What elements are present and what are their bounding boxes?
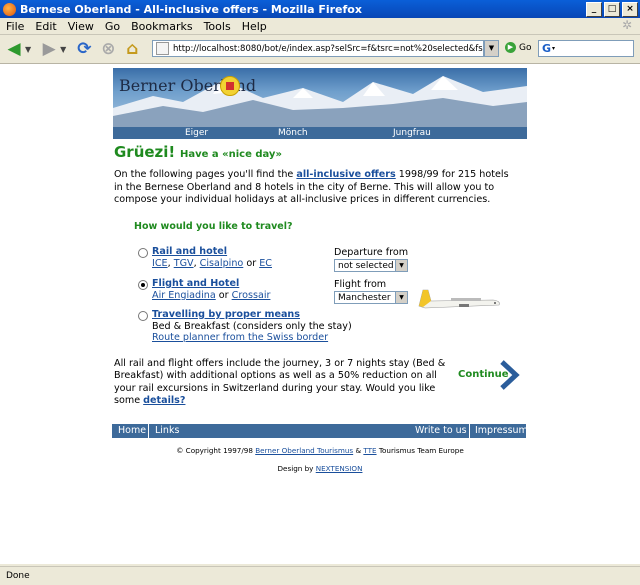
forward-arrow-icon[interactable]: ▶ [39,39,59,59]
peak-eiger: Eiger [185,128,209,138]
route-planner-link[interactable]: Route planner from the Swiss border [152,332,328,343]
menu-tools[interactable]: Tools [204,20,231,33]
chevron-down-icon: ▼ [395,260,407,271]
address-url[interactable]: http://localhost:8080/bot/e/index.asp?se… [173,44,483,54]
go-label: Go [519,42,532,53]
rail-hotel-radio[interactable] [138,248,148,258]
chevron-down-icon: ▼ [395,292,407,303]
intro-paragraph: On the following pages you'll find the a… [114,169,519,207]
window-titlebar: Bernese Oberland - All-inclusive offers … [0,0,640,18]
window-title: Bernese Oberland - All-inclusive offers … [20,2,362,16]
page-icon [156,42,169,55]
footer-links-link[interactable]: Links [155,424,179,438]
menu-bar: File Edit View Go Bookmarks Tools Help ✲ [0,18,640,35]
proper-means-radio[interactable] [138,311,148,321]
flight-hotel-radio[interactable] [138,280,148,290]
status-bar: Done [0,566,640,585]
menu-bookmarks[interactable]: Bookmarks [131,20,192,33]
status-text: Done [6,571,30,581]
stop-icon[interactable]: ⊗ [98,39,118,59]
flight-label: Flight from [334,279,387,290]
firefox-icon [3,2,16,16]
footer-nav-bar: Home Links Write to us Impressum [112,424,528,438]
forward-history-dropdown-icon[interactable]: ▼ [60,45,66,54]
address-bar[interactable]: http://localhost:8080/bot/e/index.asp?se… [152,40,484,57]
go-arrow-icon: ▶ [505,42,516,53]
menu-go[interactable]: Go [105,20,120,33]
airplane-image [418,289,500,309]
departure-select[interactable]: not selected ▼ [334,259,408,272]
tgv-link[interactable]: TGV [174,258,194,269]
departure-label: Departure from [334,247,409,258]
minimize-button[interactable]: _ [586,2,602,17]
proper-means-link[interactable]: Travelling by proper means [152,309,300,320]
menu-help[interactable]: Help [242,20,267,33]
footer-write-link[interactable]: Write to us [415,424,467,438]
go-button[interactable]: ▶ Go [505,42,531,53]
flight-hotel-link[interactable]: Flight and Hotel [152,278,239,289]
details-link[interactable]: details? [143,395,185,406]
flight-hotel-option: Flight and Hotel Air Engiadina or Crossa… [152,278,271,301]
greeting-title: Grüezi! [114,143,176,161]
design-credit: Design by NEXTENSION [277,464,363,473]
all-inclusive-offers-link[interactable]: all-inclusive offers [296,169,395,180]
bot-link[interactable]: Berner Oberland Tourismus [255,446,353,455]
banner-image: Berner Oberland [113,68,527,127]
offers-info-paragraph: All rail and flight offers include the j… [114,358,454,407]
menu-view[interactable]: View [68,20,94,33]
flight-select[interactable]: Manchester ▼ [334,291,408,304]
footer-home-link[interactable]: Home [118,424,146,438]
nextension-link[interactable]: NEXTENSION [316,464,363,473]
close-button[interactable]: × [622,2,638,17]
rail-hotel-option: Rail and hotel ICE, TGV, Cisalpino or EC [152,246,272,269]
maximize-button[interactable]: □ [604,2,620,17]
menu-file[interactable]: File [6,20,24,33]
bed-breakfast-text: Bed & Breakfast (considers only the stay… [152,320,352,332]
copyright-line: © Copyright 1997/98 Berner Oberland Tour… [176,446,464,455]
footer-impressum-link[interactable]: Impressum [475,424,528,438]
tte-link[interactable]: TTE [363,446,376,455]
peak-moench: Mönch [278,128,308,138]
crossair-link[interactable]: Crossair [232,290,271,301]
travel-question: How would you like to travel? [134,221,293,232]
navigation-toolbar: ◀ ▼ ▶ ▼ ⟳ ⊗ ⌂ http://localhost:8080/bot/… [0,35,640,64]
intro-text-before: On the following pages you'll find the [114,169,297,180]
peak-jungfrau: Jungfrau [393,128,431,138]
departure-value: not selected [338,261,394,271]
throbber-icon: ✲ [622,18,633,32]
page-content: Berner Oberland Eiger Mönch Jungfrau Grü… [0,64,640,564]
greeting-subtitle: Have a «nice day» [180,149,282,160]
search-box[interactable]: G ▾ [538,40,634,57]
menu-edit[interactable]: Edit [35,20,56,33]
rail-hotel-link[interactable]: Rail and hotel [152,246,227,257]
address-dropdown-icon[interactable]: ▼ [484,40,499,57]
window-controls: _ □ × [586,2,638,17]
air-engiadina-link[interactable]: Air Engiadina [152,290,216,301]
logo-seal-icon [220,76,240,96]
back-history-dropdown-icon[interactable]: ▼ [25,45,31,54]
reload-icon[interactable]: ⟳ [74,39,94,59]
ice-link[interactable]: ICE [152,258,168,269]
flight-value: Manchester [338,293,391,303]
proper-means-option: Travelling by proper means Bed & Breakfa… [152,309,352,344]
continue-chevron-icon[interactable] [498,360,524,390]
ec-link[interactable]: EC [259,258,272,269]
peak-label-bar: Eiger Mönch Jungfrau [113,127,527,139]
google-search-icon: G [542,42,552,55]
back-arrow-icon[interactable]: ◀ [4,39,24,59]
home-icon[interactable]: ⌂ [122,39,142,59]
cisalpino-link[interactable]: Cisalpino [200,258,244,269]
